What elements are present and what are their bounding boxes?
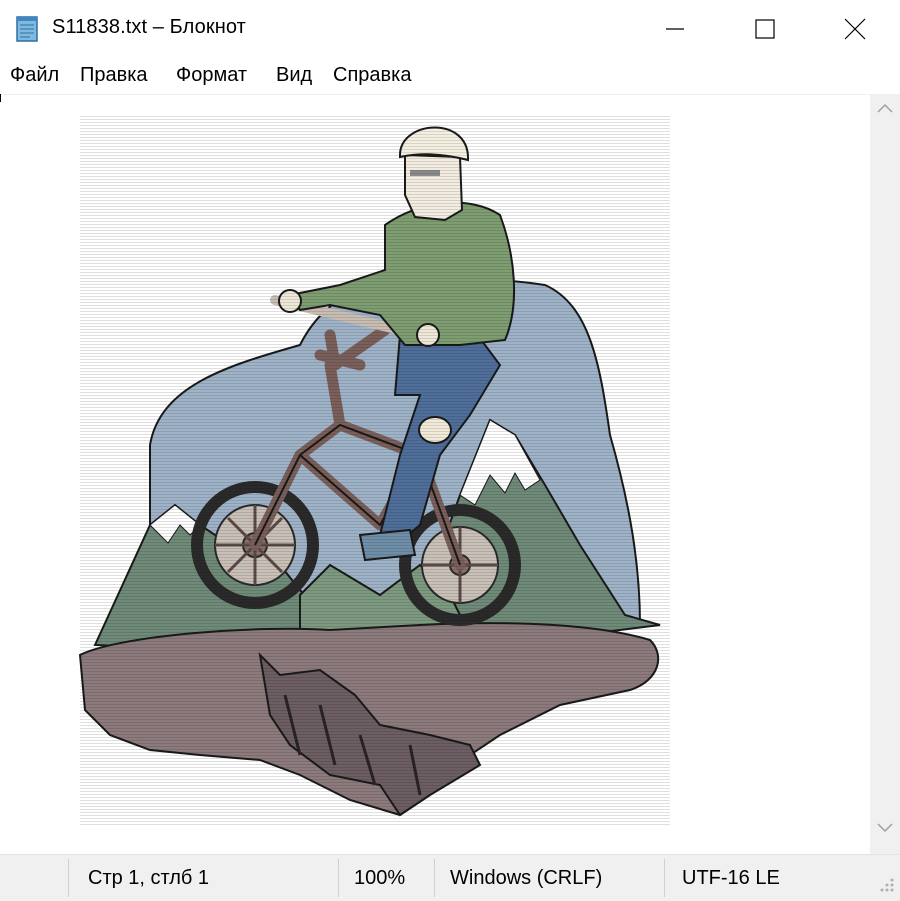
close-icon — [844, 18, 866, 40]
minimize-icon — [666, 28, 684, 30]
maximize-button[interactable] — [720, 0, 810, 58]
menu-view[interactable]: Вид — [274, 64, 314, 87]
minimize-button[interactable] — [630, 0, 720, 58]
menu-file[interactable]: Файл — [8, 64, 61, 87]
status-encoding: UTF-16 LE — [682, 866, 780, 889]
text-caret — [0, 94, 1, 102]
window-title: S11838.txt – Блокнот — [52, 16, 246, 38]
menu-format[interactable]: Формат — [174, 64, 249, 87]
ascii-art-cyclist — [78, 115, 670, 825]
menu-edit[interactable]: Правка — [78, 64, 150, 87]
resize-grip-icon[interactable] — [876, 874, 896, 894]
menu-bar: Файл Правка Формат Вид Справка — [0, 62, 900, 94]
title-bar: S11838.txt – Блокнот — [0, 0, 900, 58]
close-button[interactable] — [810, 0, 900, 58]
notepad-icon — [16, 16, 38, 42]
scroll-up-button[interactable] — [870, 102, 900, 126]
maximize-icon — [755, 19, 775, 39]
vertical-scrollbar[interactable] — [870, 94, 900, 854]
status-cursor-position: Стр 1, стлб 1 — [88, 866, 210, 889]
menu-help[interactable]: Справка — [331, 64, 413, 87]
status-zoom: 100% — [354, 866, 406, 889]
status-bar: Стр 1, стлб 1 100% Windows (CRLF) UTF-16… — [0, 854, 900, 901]
scroll-down-button[interactable] — [870, 822, 900, 846]
status-line-endings: Windows (CRLF) — [450, 866, 603, 889]
chevron-up-icon — [877, 103, 893, 113]
text-editor[interactable] — [0, 94, 870, 855]
chevron-down-icon — [877, 823, 893, 833]
